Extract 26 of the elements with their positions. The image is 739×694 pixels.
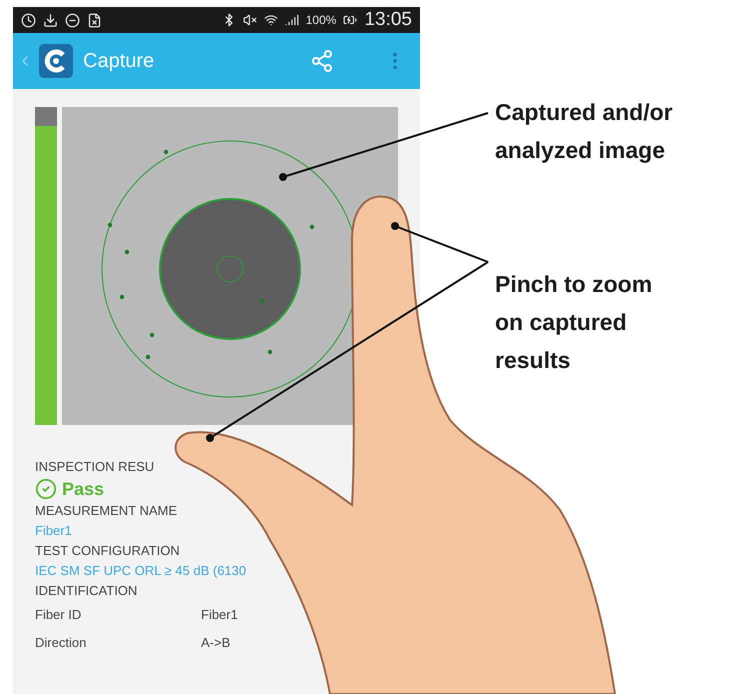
section-heading: IDENTIFICATION xyxy=(35,582,138,600)
file-x-icon xyxy=(87,12,102,28)
wifi-icon xyxy=(264,13,278,27)
callout-text: Pinch to zoom on captured results xyxy=(495,270,654,375)
clock-time: 13:05 xyxy=(364,9,412,31)
field-label: Fiber ID xyxy=(35,606,82,624)
share-icon[interactable] xyxy=(310,49,334,73)
app-logo-icon xyxy=(39,44,73,78)
minus-circle-icon xyxy=(65,12,80,28)
section-heading: TEST CONFIGURATION xyxy=(35,542,181,560)
field-label: Direction xyxy=(35,634,88,652)
section-heading: MEASUREMENT NAME xyxy=(35,502,178,520)
battery-percent: 100% xyxy=(306,13,336,27)
field-value: Fiber1 xyxy=(35,522,73,540)
section-heading: INSPECTION RESU xyxy=(35,458,156,476)
field-value: A->B xyxy=(201,634,230,652)
clock-icon xyxy=(21,12,36,28)
callout-text: Captured and/or analyzed image xyxy=(495,98,673,165)
battery-icon xyxy=(343,13,358,27)
field-value: IEC SM SF UPC ORL ≥ 45 dB (6130 xyxy=(35,562,248,580)
check-circle-icon xyxy=(35,478,57,500)
screen-title: Capture xyxy=(83,50,156,72)
field-value: Fiber1 xyxy=(201,606,238,624)
download-icon xyxy=(43,12,58,28)
signal-icon xyxy=(284,13,299,27)
mute-icon xyxy=(242,13,257,27)
